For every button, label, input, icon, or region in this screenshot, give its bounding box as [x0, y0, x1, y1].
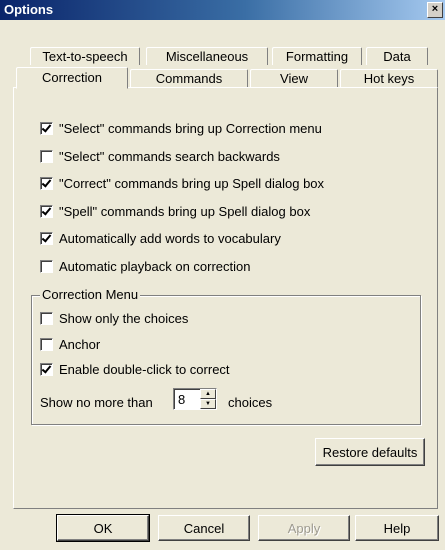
checkbox[interactable]: [40, 232, 53, 246]
spinner-buttons: ▲ ▼: [200, 389, 216, 409]
tab-miscellaneous[interactable]: Miscellaneous: [146, 47, 268, 65]
checkbox[interactable]: [40, 122, 53, 136]
apply-button[interactable]: Apply: [258, 515, 350, 541]
checkbox[interactable]: [40, 312, 53, 326]
tab-formatting[interactable]: Formatting: [272, 47, 362, 65]
close-button[interactable]: ×: [427, 2, 443, 18]
checkbox[interactable]: [40, 177, 53, 191]
ok-button[interactable]: OK: [56, 514, 150, 542]
option-anchor[interactable]: Anchor: [40, 336, 100, 352]
tab-hot-keys[interactable]: Hot keys: [340, 69, 438, 87]
option-auto-add-vocabulary[interactable]: Automatically add words to vocabulary: [40, 230, 281, 246]
tab-view[interactable]: View: [250, 69, 338, 87]
help-button[interactable]: Help: [355, 515, 439, 541]
option-select-search-backwards[interactable]: "Select" commands search backwards: [40, 148, 280, 164]
restore-defaults-button[interactable]: Restore defaults: [315, 438, 425, 466]
option-correct-brings-spell-dialog[interactable]: "Correct" commands bring up Spell dialog…: [40, 175, 324, 191]
choices-spinner[interactable]: 8 ▲ ▼: [173, 388, 217, 410]
spin-down-icon[interactable]: ▼: [200, 399, 216, 409]
window-title: Options: [4, 2, 54, 17]
checkbox[interactable]: [40, 205, 53, 219]
option-select-brings-correction-menu[interactable]: "Select" commands bring up Correction me…: [40, 120, 322, 136]
choices-value[interactable]: 8: [178, 392, 185, 407]
option-show-only-choices[interactable]: Show only the choices: [40, 310, 188, 326]
choices-label: choices: [228, 395, 273, 410]
option-auto-playback[interactable]: Automatic playback on correction: [40, 258, 250, 274]
checkbox[interactable]: [40, 363, 53, 377]
checkbox[interactable]: [40, 338, 53, 352]
checkbox[interactable]: [40, 260, 53, 274]
checkbox[interactable]: [40, 150, 53, 164]
correction-menu-title: Correction Menu: [40, 287, 141, 302]
title-bar[interactable]: Options ×: [0, 0, 445, 20]
cancel-button[interactable]: Cancel: [158, 515, 250, 541]
tab-text-to-speech[interactable]: Text-to-speech: [30, 47, 140, 65]
tab-correction[interactable]: Correction: [16, 67, 128, 89]
option-spell-brings-spell-dialog[interactable]: "Spell" commands bring up Spell dialog b…: [40, 203, 310, 219]
option-double-click-correct[interactable]: Enable double-click to correct: [40, 361, 230, 377]
tab-data[interactable]: Data: [366, 47, 428, 65]
spin-up-icon[interactable]: ▲: [200, 389, 216, 399]
show-no-more-than-label: Show no more than: [40, 395, 153, 410]
tab-commands[interactable]: Commands: [130, 69, 248, 87]
